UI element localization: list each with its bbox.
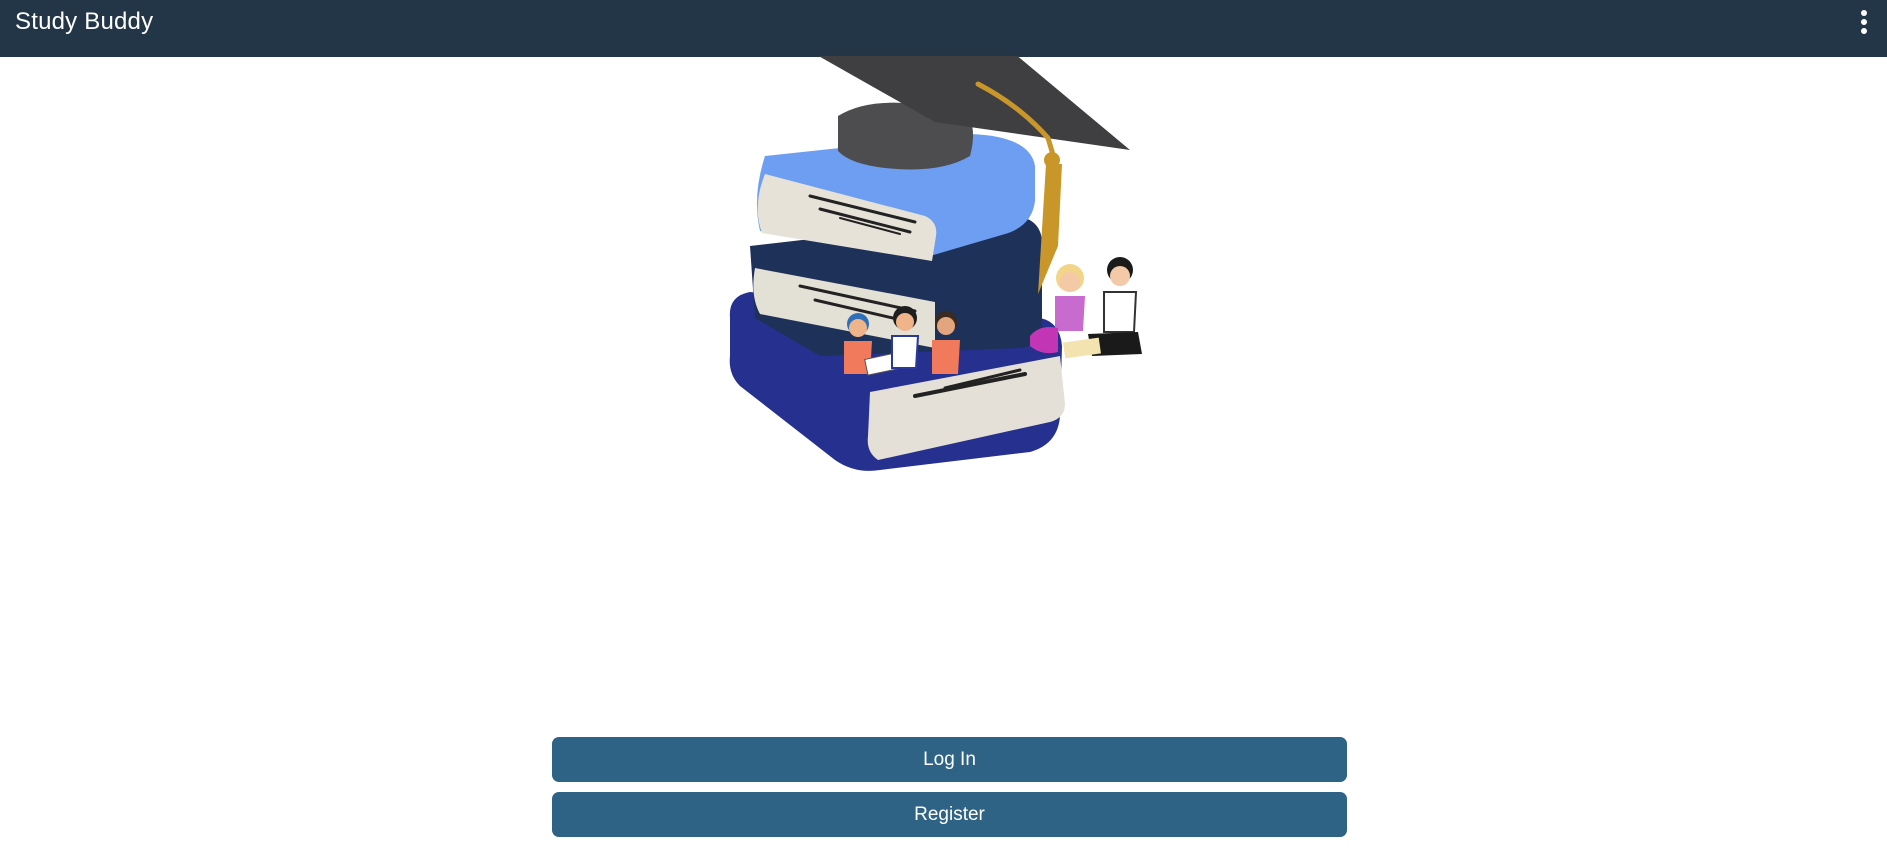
hero-illustration xyxy=(720,54,1180,476)
app-bar: Study Buddy xyxy=(0,0,1887,57)
more-vert-icon[interactable] xyxy=(1849,6,1879,38)
auth-actions: Log In Register xyxy=(552,737,1347,847)
menu-dot xyxy=(1861,28,1867,34)
register-button[interactable]: Register xyxy=(552,792,1347,837)
login-button[interactable]: Log In xyxy=(552,737,1347,782)
menu-dot xyxy=(1861,19,1867,25)
books-graduation-cap-kids-illustration xyxy=(729,54,1142,471)
menu-dot xyxy=(1861,10,1867,16)
app-title: Study Buddy xyxy=(15,8,154,35)
